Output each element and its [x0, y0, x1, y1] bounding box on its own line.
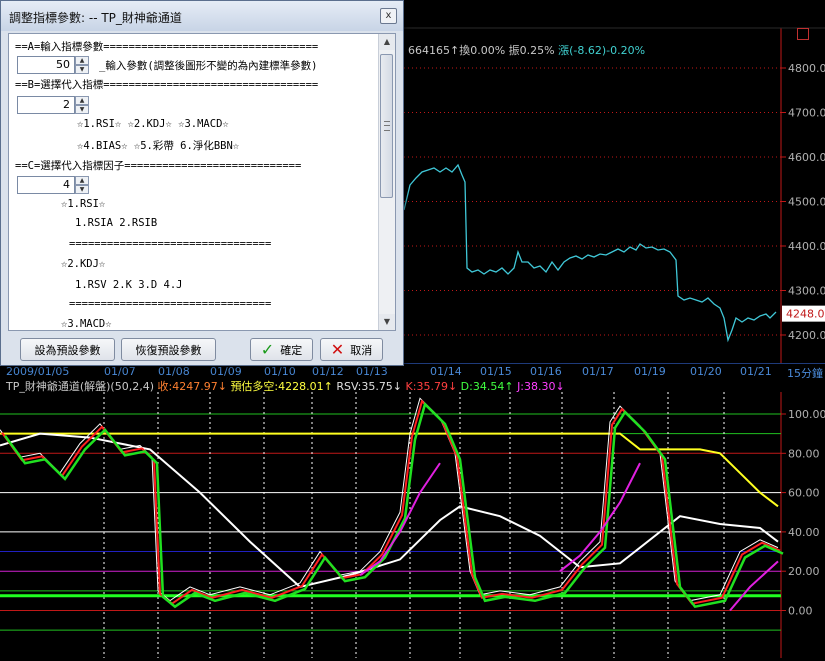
ok-button[interactable]: ✓ 確定 — [250, 338, 313, 361]
price-tick-label: 4300.0 — [788, 285, 825, 298]
spin-up-icon[interactable]: ▲ — [75, 96, 89, 105]
c-rsi-header: ☆1.RSI☆ — [61, 198, 106, 210]
param-a-stepper[interactable]: 50 ▲ ▼ — [17, 56, 89, 74]
spin-down-icon[interactable]: ▼ — [75, 185, 89, 194]
c-separator-2: ================================ — [69, 298, 272, 310]
current-price-label: 4248.0 — [786, 308, 825, 321]
j-line — [729, 560, 779, 612]
c-kdj-header: ☆2.KDJ☆ — [61, 258, 106, 270]
price-tick-label: 4200.0 — [788, 329, 825, 342]
ind-tick-label: 20.00 — [788, 565, 820, 578]
date-label: 01/16 — [530, 365, 562, 378]
indicator-chart-panel[interactable]: 100.00 80.00 60.00 40.00 20.00 0.00 — [0, 392, 825, 658]
c-rsi-items: 1.RSIA 2.RSIB — [75, 217, 158, 229]
date-label: 2009/01/05 — [6, 365, 70, 378]
price-change: 漲(-8.62)-0.20% — [558, 44, 646, 57]
param-b-value[interactable]: 2 — [17, 96, 75, 114]
date-label: 01/17 — [582, 365, 614, 378]
dialog-scrollbar[interactable]: ▲ ▼ — [378, 34, 395, 330]
param-a-desc: _輸入參數(調整後圖形不變的為內建標準參數) — [99, 60, 318, 72]
ind-tick-label: 80.00 — [788, 447, 820, 460]
date-label: 01/08 — [158, 365, 190, 378]
spin-up-icon[interactable]: ▲ — [75, 176, 89, 185]
price-tick-label: 4800.0 — [788, 62, 825, 75]
date-label: 01/09 — [210, 365, 242, 378]
section-a-header: ==A=輸入指標參數==============================… — [15, 41, 319, 53]
ind-tick-label: 0.00 — [788, 605, 813, 618]
cancel-button[interactable]: ✕ 取消 — [320, 338, 383, 361]
chart-close-icon[interactable] — [797, 28, 809, 40]
date-label: 01/15 — [480, 365, 512, 378]
b-options-row-2: ☆4.BIAS☆ ☆5.彩帶 6.淨化BBN☆ — [77, 140, 240, 152]
c-separator-1: ================================ — [69, 238, 272, 250]
param-c-value[interactable]: 4 — [17, 176, 75, 194]
j-line — [559, 462, 641, 572]
spin-down-icon[interactable]: ▼ — [75, 105, 89, 114]
scroll-thumb[interactable] — [380, 54, 393, 198]
date-label: 01/19 — [634, 365, 666, 378]
dialog-title: 調整指標參數: -- TP_財神爺通道 — [9, 11, 182, 25]
date-label: 01/07 — [104, 365, 136, 378]
cancel-label: 取消 — [350, 343, 373, 357]
date-label: 01/21 — [740, 365, 772, 378]
date-label: 01/10 — [264, 365, 296, 378]
ok-label: 確定 — [280, 343, 303, 357]
c-macd-header: ☆3.MACD☆ — [61, 318, 112, 330]
ind-tick-label: 60.00 — [788, 487, 820, 500]
date-label: 01/13 — [356, 365, 388, 378]
scroll-up-icon[interactable]: ▲ — [379, 34, 395, 50]
price-line — [403, 163, 777, 343]
spin-up-icon[interactable]: ▲ — [75, 56, 89, 65]
restore-default-button[interactable]: 恢復預設參數 — [121, 338, 216, 361]
dialog-close-button[interactable]: x — [380, 8, 397, 24]
dialog-titlebar[interactable]: 調整指標參數: -- TP_財神爺通道 x — [1, 1, 403, 31]
ind-tick-label: 100.00 — [788, 408, 825, 421]
c-kdj-items: 1.RSV 2.K 3.D 4.J — [75, 279, 183, 291]
section-b-header: ==B=選擇代入指標==============================… — [15, 79, 319, 91]
period-label[interactable]: 15分鐘 — [787, 365, 823, 381]
checkmark-icon: ✓ — [260, 339, 275, 359]
param-a-value[interactable]: 50 — [17, 56, 75, 74]
price-tick-label: 4600.0 — [788, 151, 825, 164]
grip-icon — [384, 121, 390, 131]
param-b-stepper[interactable]: 2 ▲ ▼ — [17, 96, 89, 114]
price-tick-label: 4700.0 — [788, 107, 825, 120]
set-default-label: 設為預設參數 — [34, 343, 101, 357]
ind-tick-label: 40.00 — [788, 526, 820, 539]
b-options-row-1: ☆1.RSI☆ ☆2.KDJ☆ ☆3.MACD☆ — [77, 118, 229, 130]
price-info-bar: 664165↑換0.00% 振0.25% 漲(-8.62)-0.20% — [408, 42, 645, 58]
indicator-params-dialog: 調整指標參數: -- TP_財神爺通道 x ==A=輸入指標參數========… — [0, 0, 404, 366]
price-info-prefix: 664165↑換0.00% 振0.25% — [408, 44, 559, 57]
rsv-line — [0, 397, 779, 602]
section-c-header: ==C=選擇代入指標因子============================ — [15, 160, 302, 172]
date-label: 01/20 — [690, 365, 722, 378]
restore-default-label: 恢復預設參數 — [135, 343, 202, 357]
param-c-stepper[interactable]: 4 ▲ ▼ — [17, 176, 89, 194]
trading-app: 4800.0 4700.0 4600.0 4500.0 4400.0 4300.0 4200… — [0, 0, 825, 658]
price-tick-label: 4500.0 — [788, 196, 825, 209]
spin-down-icon[interactable]: ▼ — [75, 65, 89, 74]
dialog-param-list[interactable]: ==A=輸入指標參數==============================… — [8, 33, 396, 331]
date-label: 01/14 — [430, 365, 462, 378]
scroll-down-icon[interactable]: ▼ — [379, 314, 395, 330]
x-icon: ✕ — [330, 339, 345, 359]
k-line — [1, 399, 781, 605]
price-tick-label: 4400.0 — [788, 240, 825, 253]
set-default-button[interactable]: 設為預設參數 — [20, 338, 115, 361]
price-top-band — [404, 0, 825, 28]
indicator-chart[interactable]: 100.00 80.00 60.00 40.00 20.00 0.00 — [0, 392, 825, 658]
date-label: 01/12 — [312, 365, 344, 378]
